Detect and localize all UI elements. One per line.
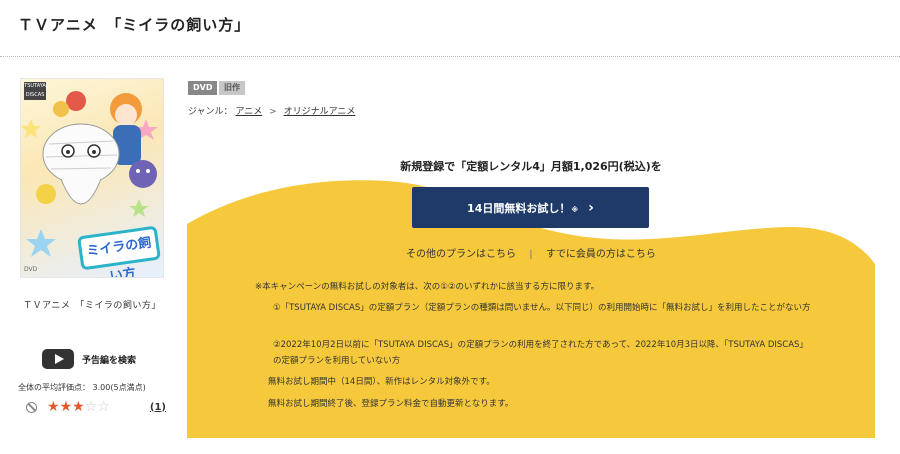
page-title: ＴＶアニメ 「ミイラの飼い方」 bbox=[18, 16, 251, 34]
title-divider bbox=[0, 56, 900, 57]
genre-link-anime[interactable]: アニメ bbox=[235, 107, 262, 117]
star-filled-icon: ★ bbox=[47, 399, 60, 415]
review-count-link[interactable]: (1) bbox=[150, 402, 166, 413]
format-badge: DVD bbox=[188, 81, 218, 95]
campaign-notice: ※本キャンペーンの無料お試しの対象者は、次の①②のいずれかに該当する方に限ります… bbox=[255, 282, 600, 292]
chevron-right-icon: › bbox=[588, 199, 594, 216]
cover-caption: ＴＶアニメ 「ミイラの飼い方」 bbox=[23, 301, 161, 311]
free-trial-note-mark: ※ bbox=[571, 205, 579, 214]
play-icon bbox=[42, 349, 74, 369]
promo-headline: 新規登録で「定額レンタル4」月額1,026円(税込)を bbox=[400, 160, 662, 173]
star-filled-icon: ★ bbox=[72, 399, 85, 415]
star-rating[interactable]: ★ ★ ★ ☆ ☆ bbox=[47, 400, 110, 414]
star-empty-icon: ☆ bbox=[84, 399, 98, 415]
star-filled-icon: ★ bbox=[59, 399, 73, 415]
genre-link-original-anime[interactable]: オリジナルアニメ bbox=[284, 107, 356, 117]
eligibility-condition-2: ②2022年10月2日以前に「TSUTAYA DISCAS」の定額プランの利用を… bbox=[273, 340, 808, 366]
other-plans-link[interactable]: その他のプランはこちら bbox=[406, 249, 516, 260]
genre-breadcrumb: ジャンル： アニメ > オリジナルアニメ bbox=[188, 104, 355, 117]
trailer-label: 予告編を検索 bbox=[82, 355, 137, 366]
trial-note-auto-renewal: 無料お試し期間終了後、登録プラン料金で自動更新となります。 bbox=[268, 399, 514, 409]
eligibility-condition-1: ①「TSUTAYA DISCAS」の定額プラン（定額プランの種類は問いません。以… bbox=[273, 303, 811, 313]
rating-row: ★ ★ ★ ☆ ☆ (1) bbox=[26, 400, 166, 414]
cover-dvd-mark: DVD bbox=[24, 266, 38, 273]
trailer-search-button[interactable]: 予告編を検索 bbox=[42, 349, 136, 369]
member-login-link[interactable]: すでに会員の方はこちら bbox=[546, 249, 656, 260]
rating-summary: 全体の平均評価点： 3.00(5点満点) bbox=[18, 383, 146, 392]
breadcrumb-separator: > bbox=[269, 107, 277, 117]
not-interested-icon[interactable] bbox=[26, 401, 37, 413]
cover-format-badge: TSUTAYA DISCAS bbox=[24, 82, 46, 100]
free-trial-button[interactable]: 14日間無料お試し！ ※ › bbox=[412, 187, 649, 228]
free-trial-label: 14日間無料お試し！ bbox=[467, 201, 571, 215]
star-empty-icon: ☆ bbox=[97, 399, 110, 415]
cover-image[interactable]: TSUTAYA DISCAS ミイラの飼い方 DVD bbox=[20, 78, 164, 278]
plan-links: その他のプランはこちら | すでに会員の方はこちら bbox=[187, 245, 875, 260]
trial-note-new-releases: 無料お試し期間中（14日間）、新作はレンタル対象外です。 bbox=[268, 377, 495, 387]
genre-label: ジャンル： bbox=[188, 107, 233, 117]
release-status-badge: 旧作 bbox=[219, 81, 245, 95]
link-divider: | bbox=[529, 249, 533, 260]
